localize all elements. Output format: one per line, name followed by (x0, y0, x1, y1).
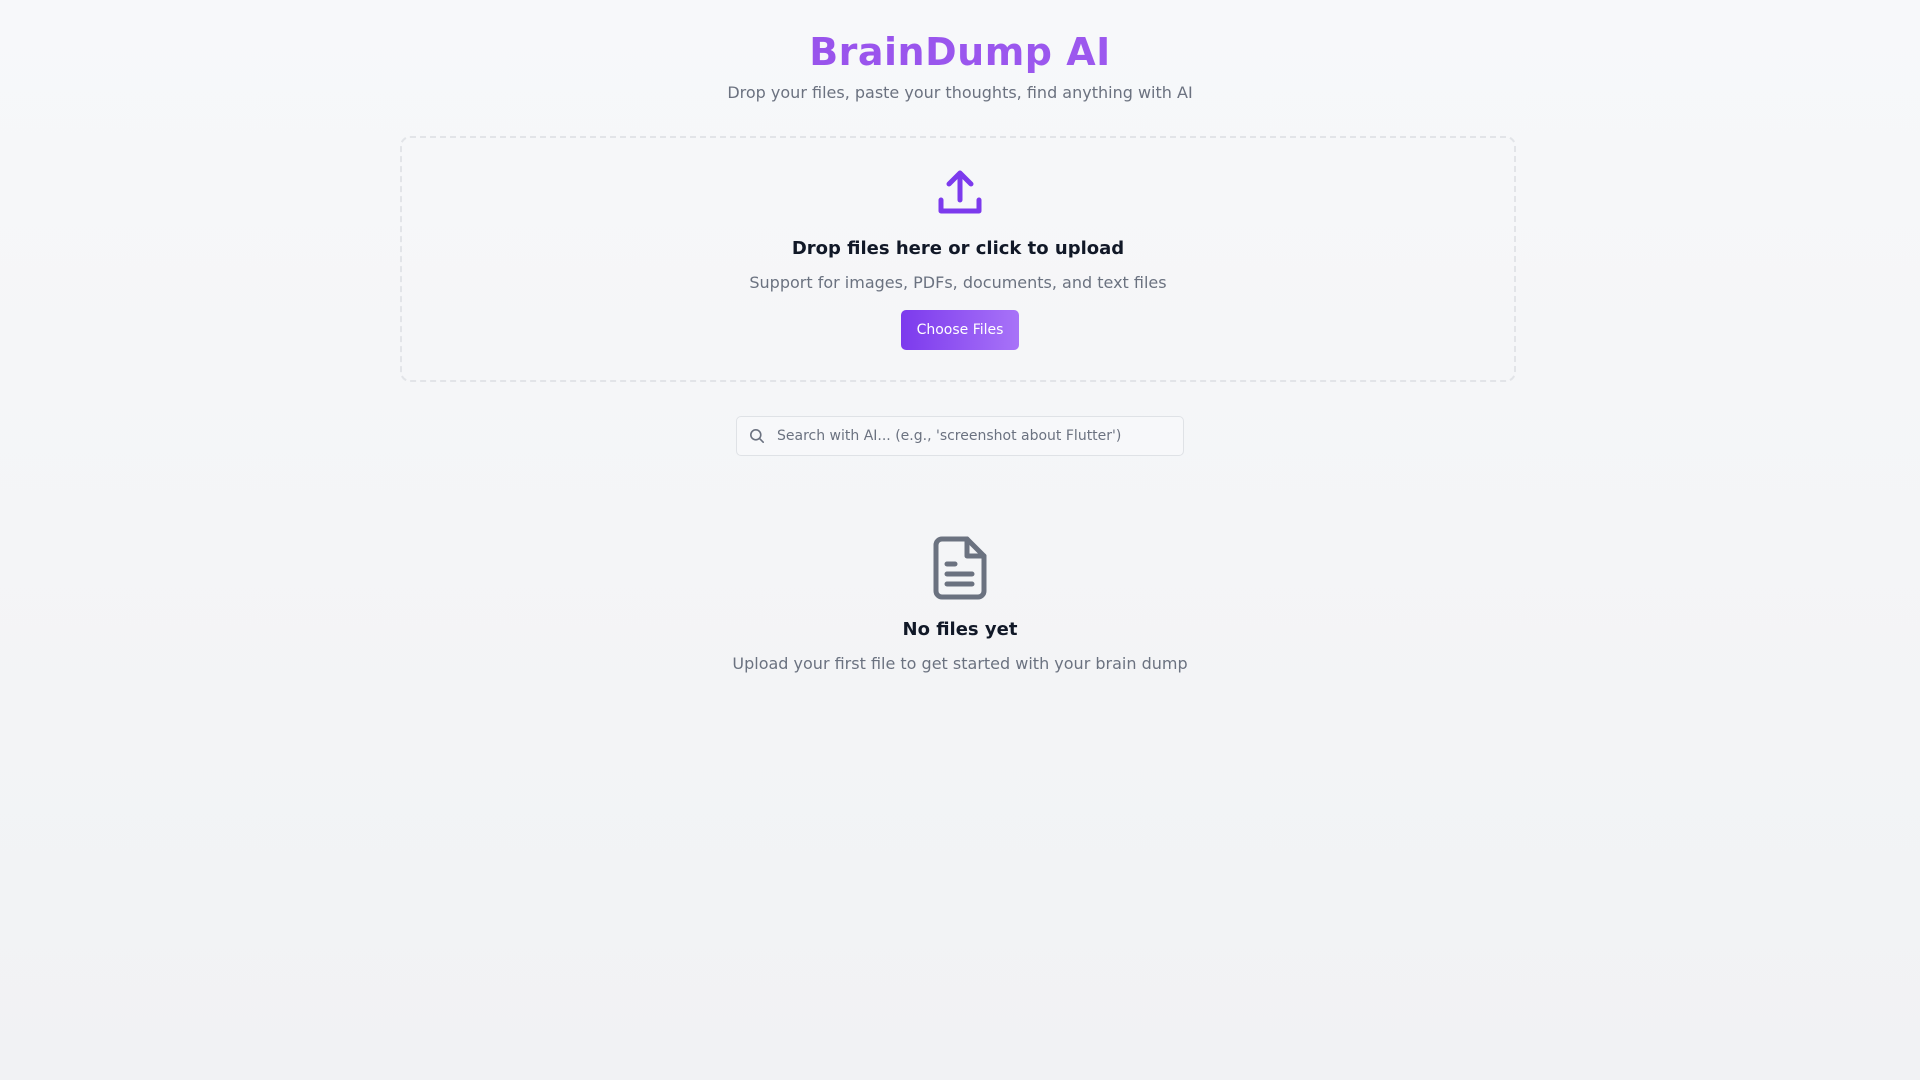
choose-files-button[interactable]: Choose Files (901, 310, 1019, 350)
app-header: BrainDump AI Drop your files, paste your… (0, 28, 1920, 104)
app-title: BrainDump AI (0, 28, 1920, 76)
dropzone-hint: Support for images, PDFs, documents, and… (749, 273, 1167, 292)
file-text-icon (933, 536, 987, 600)
search-input[interactable] (777, 417, 1177, 455)
file-dropzone[interactable]: Drop files here or click to upload Suppo… (400, 136, 1516, 382)
empty-state-hint: Upload your first file to get started wi… (732, 654, 1188, 673)
empty-state-title: No files yet (902, 619, 1018, 640)
search-box[interactable] (736, 416, 1184, 456)
dropzone-title: Drop files here or click to upload (791, 238, 1125, 259)
search-icon (750, 429, 764, 443)
app-subtitle: Drop your files, paste your thoughts, fi… (727, 83, 1193, 102)
upload-icon (938, 170, 982, 214)
